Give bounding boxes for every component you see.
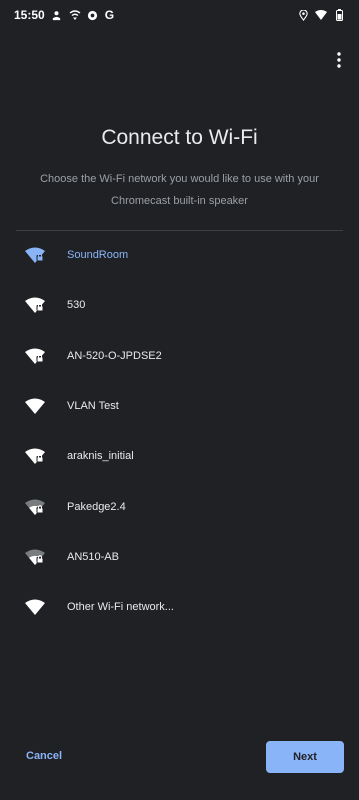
overflow-menu-icon[interactable] xyxy=(329,48,349,72)
network-item-an510-ab[interactable]: AN510-AB xyxy=(0,532,359,582)
network-name: 530 xyxy=(67,299,86,312)
wifi-icon xyxy=(315,9,327,21)
network-item-an-520[interactable]: AN-520-O-JPDSE2 xyxy=(0,331,359,381)
network-item-pakedge[interactable]: Pakedge2.4 xyxy=(0,481,359,531)
status-left: 15:50 G xyxy=(14,8,114,22)
network-name: Other Wi-Fi network... xyxy=(67,601,174,614)
cast-icon xyxy=(69,9,81,21)
status-time: 15:50 xyxy=(14,8,45,22)
footer: Cancel Next xyxy=(0,720,359,800)
network-item-other[interactable]: Other Wi-Fi network... xyxy=(0,582,359,632)
person-icon xyxy=(51,9,63,21)
battery-icon xyxy=(333,9,345,21)
wifi-secured-weak-icon xyxy=(25,499,45,515)
network-item-vlan-test[interactable]: VLAN Test xyxy=(0,381,359,431)
network-name: SoundRoom xyxy=(67,249,129,262)
status-bar: 15:50 G xyxy=(0,0,359,30)
network-name: VLAN Test xyxy=(67,400,119,413)
circle-icon xyxy=(87,9,99,21)
network-list: SoundRoom 530 AN-520-O-JPDSE2 VLAN Test … xyxy=(0,230,359,632)
google-g-icon: G xyxy=(104,8,115,22)
network-name: araknis_initial xyxy=(67,450,134,463)
page-title: Connect to Wi-Fi xyxy=(101,126,258,149)
wifi-secured-weak-icon xyxy=(25,549,45,565)
location-icon xyxy=(297,9,309,21)
wifi-secured-icon xyxy=(25,297,45,314)
network-name: Pakedge2.4 xyxy=(67,500,126,513)
network-name: AN-520-O-JPDSE2 xyxy=(67,349,162,362)
wifi-secured-icon xyxy=(25,348,45,364)
network-item-soundroom[interactable]: SoundRoom xyxy=(0,230,359,280)
cancel-button[interactable]: Cancel xyxy=(18,744,70,768)
network-item-araknis-initial[interactable]: araknis_initial xyxy=(0,431,359,481)
network-item-530[interactable]: 530 xyxy=(0,280,359,330)
next-button[interactable]: Next xyxy=(266,741,344,773)
page-subtitle: Choose the Wi-Fi network you would like … xyxy=(40,173,319,207)
wifi-open-icon xyxy=(25,599,45,616)
network-name: AN510-AB xyxy=(67,550,119,563)
status-right xyxy=(297,9,345,21)
wifi-secured-icon xyxy=(25,448,45,465)
wifi-secured-icon xyxy=(25,247,45,264)
wifi-open-icon xyxy=(25,398,45,415)
